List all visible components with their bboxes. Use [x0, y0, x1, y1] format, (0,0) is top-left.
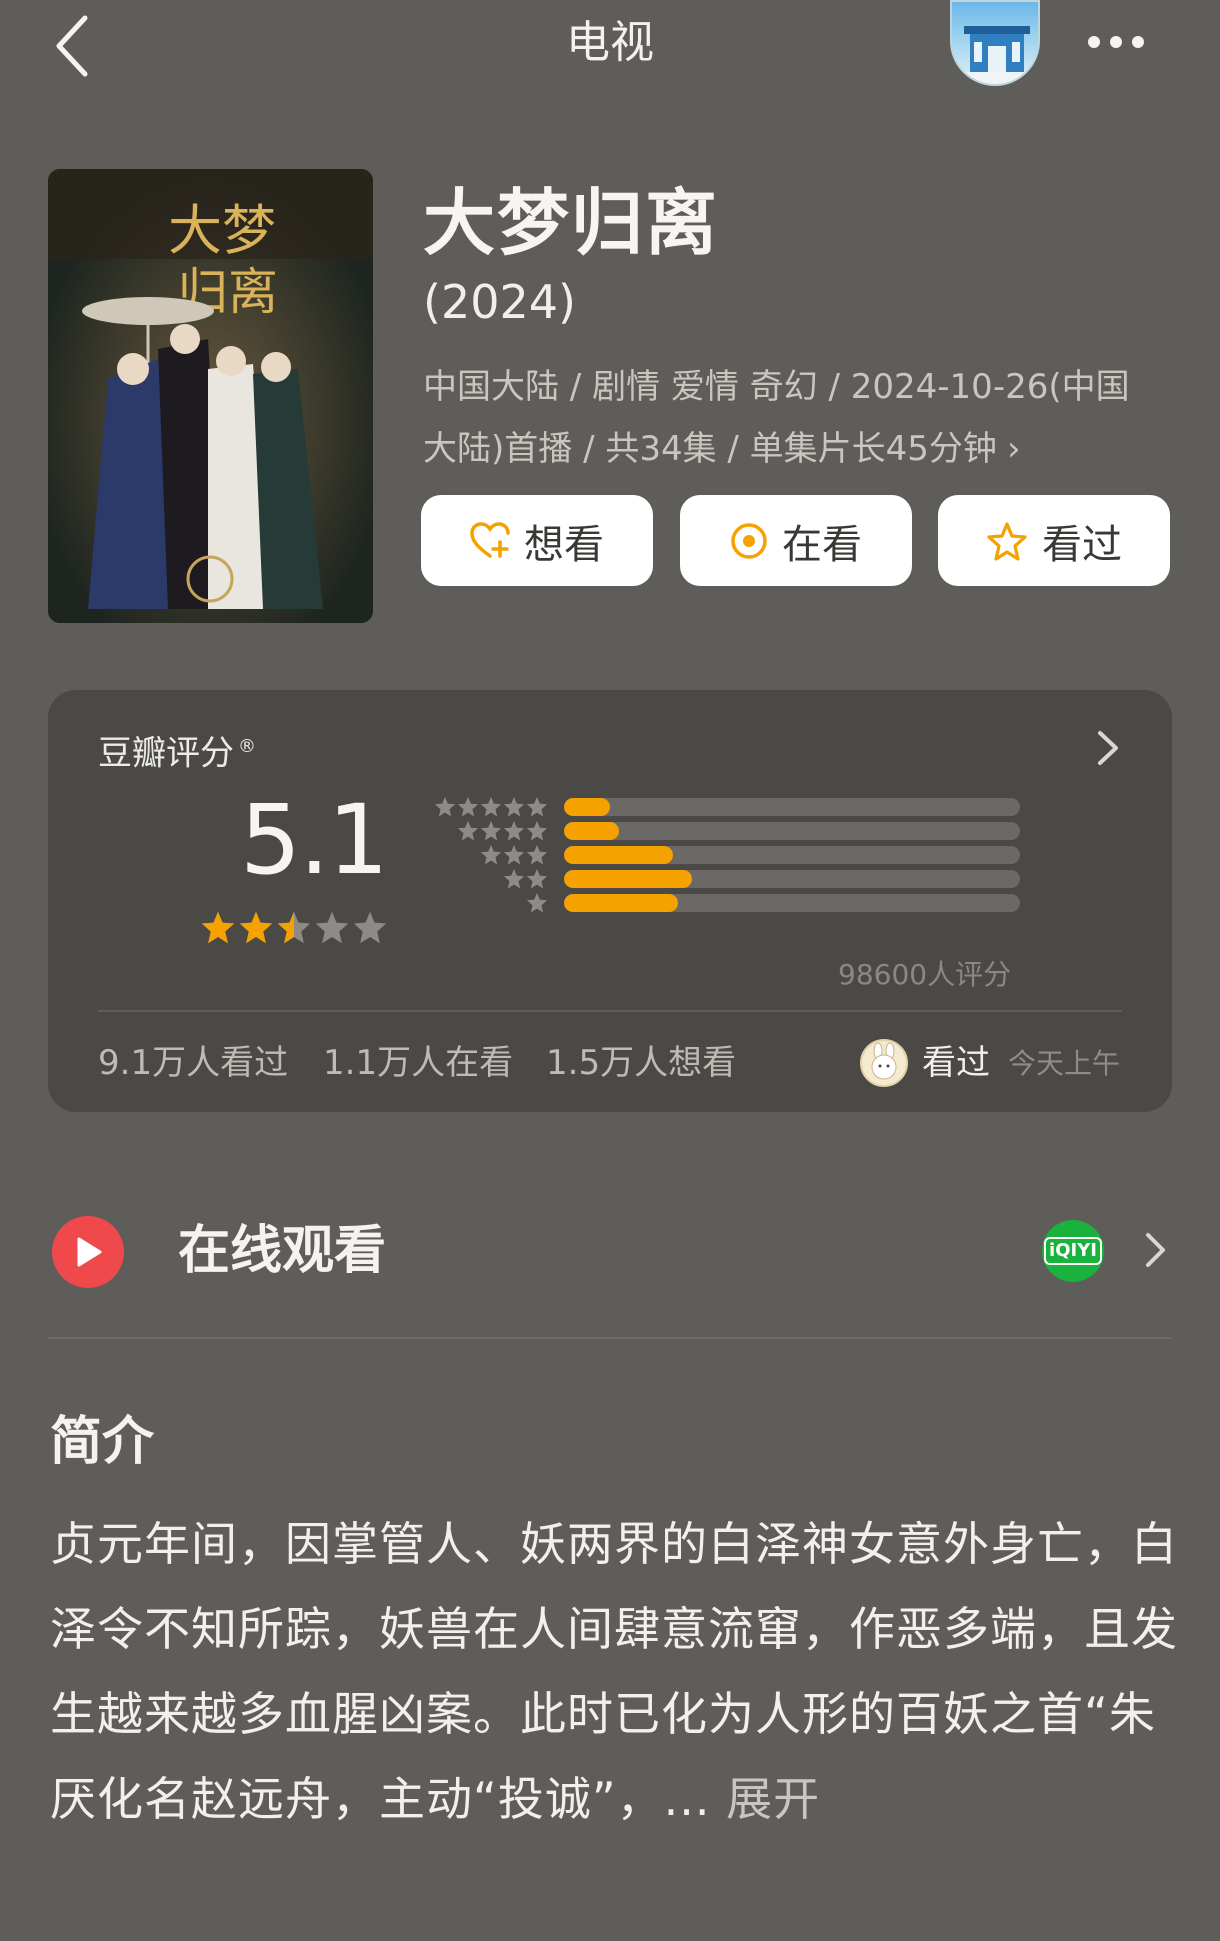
histogram-row-stars [430, 796, 548, 818]
histogram-bar [564, 894, 678, 912]
watching-button[interactable]: 在看 [680, 495, 912, 586]
synopsis-body: 贞元年间，因掌管人、妖两界的白泽神女意外身亡，白泽令不知所踪，妖兽在人间肆意流窜… [50, 1517, 1178, 1826]
expand-link[interactable]: 展开 [726, 1772, 820, 1826]
small-star-icon [527, 797, 547, 817]
small-star-icon [458, 821, 478, 841]
show-year: (2024) [423, 275, 576, 329]
histogram-row-stars [430, 820, 548, 842]
stat-watching[interactable]: 1.1万人在看 [323, 1036, 513, 1090]
rating-count: 98600人评分 [838, 958, 1012, 991]
poster-illustration: 大梦 归离 [48, 169, 373, 623]
small-star-icon [481, 797, 501, 817]
heart-plus-icon [470, 521, 510, 558]
chevron-right-icon: › [1006, 429, 1021, 469]
rating-label-text: 豆瓣评分 [98, 733, 234, 774]
histogram-bar [564, 822, 619, 840]
histogram-row-3-star [430, 844, 1020, 866]
small-star-icon [481, 821, 501, 841]
score-stars [200, 910, 388, 946]
small-star-icon [527, 845, 547, 865]
show-meta[interactable]: 中国大陆 / 剧情 爱情 奇幻 / 2024-10-26(中国 大陆)首播 / … [423, 356, 1163, 480]
histogram-row-2-star [430, 868, 1020, 890]
histogram-bar [564, 798, 610, 816]
histogram-track [564, 870, 1020, 888]
iqiyi-logo-text: iQIYI [1044, 1237, 1102, 1265]
user-status: 看过 [922, 1043, 990, 1083]
histogram-bar [564, 846, 674, 864]
star-outline-icon [987, 521, 1027, 561]
want-label: 想看 [524, 521, 604, 568]
chevron-right-icon [1098, 731, 1118, 765]
watch-online-chevron[interactable] [1140, 1227, 1170, 1273]
target-circle-icon [731, 522, 767, 559]
watched-button[interactable]: 看过 [938, 495, 1170, 586]
rating-label: 豆瓣评分 ® [98, 722, 256, 778]
small-star-icon [504, 845, 524, 865]
histogram-row-4-star [430, 820, 1020, 842]
stat-seen[interactable]: 9.1万人看过 [98, 1036, 288, 1090]
user-status-time: 今天上午 [1008, 1047, 1121, 1080]
play-triangle-icon [77, 1237, 102, 1267]
small-star-icon [527, 893, 547, 913]
more-dot [1132, 36, 1144, 48]
histogram-row-stars [430, 892, 548, 914]
small-star-icon [504, 869, 524, 889]
want-to-watch-button[interactable]: 想看 [421, 495, 653, 586]
play-icon[interactable] [52, 1216, 124, 1288]
chevron-right-icon [1146, 1233, 1165, 1267]
poster-image[interactable]: 大梦 归离 [48, 169, 373, 623]
synopsis-heading: 简介 [50, 1412, 155, 1472]
small-star-icon [527, 821, 547, 841]
small-star-icon [527, 869, 547, 889]
meta-line-1: 中国大陆 / 剧情 爱情 奇幻 / 2024-10-26(中国 [423, 367, 1130, 407]
meta-line-2-text: 大陆)首播 / 共34集 / 单集片长45分钟 [423, 429, 997, 469]
histogram-track [564, 846, 1020, 864]
mini-program-avatar[interactable] [950, 0, 1040, 86]
more-dot [1088, 36, 1100, 48]
watch-online-label[interactable]: 在线观看 [178, 1215, 386, 1287]
section-divider [48, 1337, 1172, 1339]
small-star-icon [481, 845, 501, 865]
synopsis-text: 贞元年间，因掌管人、妖两界的白泽神女意外身亡，白泽令不知所踪，妖兽在人间肆意流窜… [50, 1502, 1178, 1842]
stat-want[interactable]: 1.5万人想看 [546, 1036, 736, 1090]
more-button[interactable] [1080, 16, 1152, 68]
score-star-icon [239, 911, 273, 944]
small-star-icon [504, 797, 524, 817]
iqiyi-logo-icon[interactable]: iQIYI [1042, 1220, 1104, 1282]
registered-mark: ® [238, 736, 256, 757]
histogram-track [564, 798, 1020, 816]
small-star-icon [504, 821, 524, 841]
bunny-avatar-icon [871, 1042, 897, 1080]
small-star-icon [435, 797, 455, 817]
watching-label: 在看 [782, 521, 862, 568]
histogram-track [564, 822, 1020, 840]
histogram-row-stars [430, 868, 548, 890]
svg-text:大梦: 大梦 [168, 199, 276, 262]
histogram-track [564, 894, 1020, 912]
meta-line-2: 大陆)首播 / 共34集 / 单集片长45分钟 › [423, 418, 1163, 480]
user-avatar[interactable] [860, 1039, 908, 1087]
rating-score: 5.1 [240, 784, 389, 896]
card-divider [98, 1010, 1122, 1012]
score-star-icon [315, 911, 349, 944]
score-star-icon [201, 911, 235, 944]
histogram-bar [564, 870, 692, 888]
histogram-row-stars [430, 844, 548, 866]
histogram-row-1-star [430, 892, 1020, 914]
show-title: 大梦归离 [423, 181, 720, 265]
histogram-row-5-star [430, 796, 1020, 818]
rating-detail-chevron[interactable] [1090, 725, 1126, 771]
score-star-icon [277, 911, 311, 944]
more-dot [1110, 36, 1122, 48]
small-star-icon [458, 797, 478, 817]
watched-label: 看过 [1042, 521, 1122, 568]
score-star-icon [353, 911, 387, 944]
